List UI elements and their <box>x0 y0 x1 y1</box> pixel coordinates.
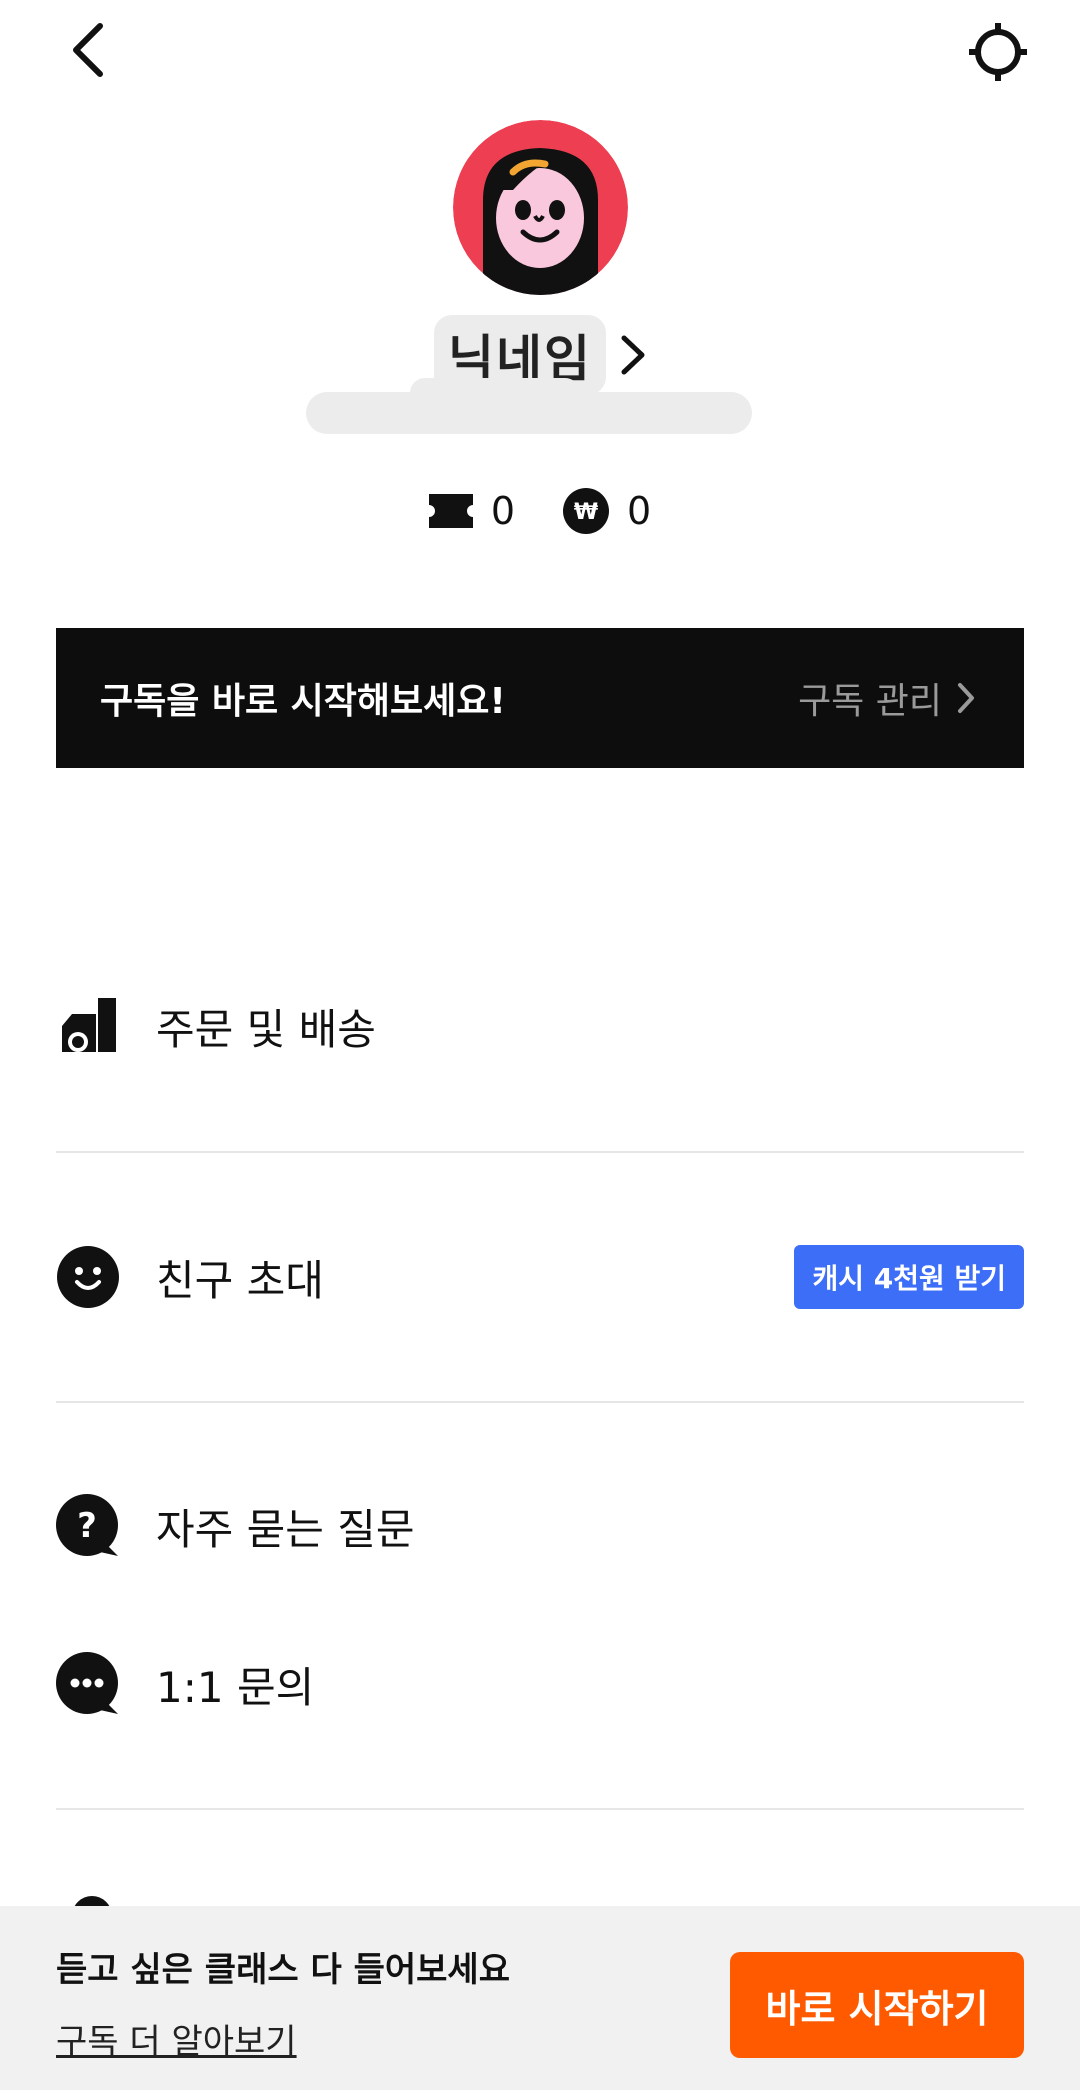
divider <box>56 1401 1024 1403</box>
menu-label-faq: 자주 묻는 질문 <box>156 1504 415 1554</box>
menu-item-inquiry[interactable]: 1:1 문의 <box>56 1624 1024 1744</box>
svg-text:₩: ₩ <box>574 500 598 525</box>
cash-counter[interactable]: ₩ 0 <box>563 488 651 534</box>
invite-reward-badge: 캐시 4천원 받기 <box>794 1245 1024 1309</box>
chevron-right-icon <box>958 683 974 713</box>
cta-title: 듣고 싶은 클래스 다 들어보세요 <box>56 1950 510 1990</box>
subscribe-text: 구독을 바로 시작해보세요! <box>100 681 506 722</box>
subscribe-manage-label: 구독 관리 <box>798 681 942 722</box>
avatar[interactable] <box>453 120 628 295</box>
chevron-left-icon <box>73 23 103 77</box>
top-bar <box>0 0 1080 110</box>
back-button[interactable] <box>56 18 120 82</box>
menu-label-invite: 친구 초대 <box>156 1255 324 1305</box>
counters: 0 ₩ 0 <box>0 488 1080 534</box>
start-now-button[interactable]: 바로 시작하기 <box>730 1952 1024 2058</box>
menu-label-orders: 주문 및 배송 <box>156 1004 376 1054</box>
smile-icon <box>56 1245 120 1309</box>
menu-label-inquiry: 1:1 문의 <box>156 1662 315 1712</box>
chevron-right-icon <box>621 335 645 375</box>
avatar-face-icon <box>453 120 628 295</box>
chat-bubble-icon <box>56 1652 120 1716</box>
gear-icon <box>969 23 1027 81</box>
subscribe-manage-link[interactable]: 구독 관리 <box>798 672 976 724</box>
menu-item-faq[interactable]: ? 자주 묻는 질문 <box>56 1466 1024 1586</box>
truck-icon <box>56 994 120 1058</box>
ticket-icon <box>428 494 473 528</box>
redacted-email-scribble <box>306 392 752 434</box>
won-coin-icon: ₩ <box>563 488 609 534</box>
menu-item-orders[interactable]: 주문 및 배송 <box>56 966 1024 1086</box>
subscribe-banner[interactable]: 구독을 바로 시작해보세요! 구독 관리 <box>56 628 1024 768</box>
divider <box>56 1151 1024 1153</box>
coupon-counter[interactable]: 0 <box>428 489 515 533</box>
coupon-count: 0 <box>490 489 515 533</box>
menu-item-invite[interactable]: 친구 초대 캐시 4천원 받기 <box>56 1217 1024 1337</box>
question-bubble-icon: ? <box>56 1494 120 1558</box>
bottom-cta-bar: 듣고 싶은 클래스 다 들어보세요 구독 더 알아보기 바로 시작하기 <box>0 1906 1080 2090</box>
learn-more-link[interactable]: 구독 더 알아보기 <box>56 2014 297 2063</box>
cash-count: 0 <box>627 489 652 533</box>
svg-text:?: ? <box>77 1506 97 1546</box>
divider <box>56 1808 1024 1810</box>
settings-button[interactable] <box>962 16 1034 88</box>
